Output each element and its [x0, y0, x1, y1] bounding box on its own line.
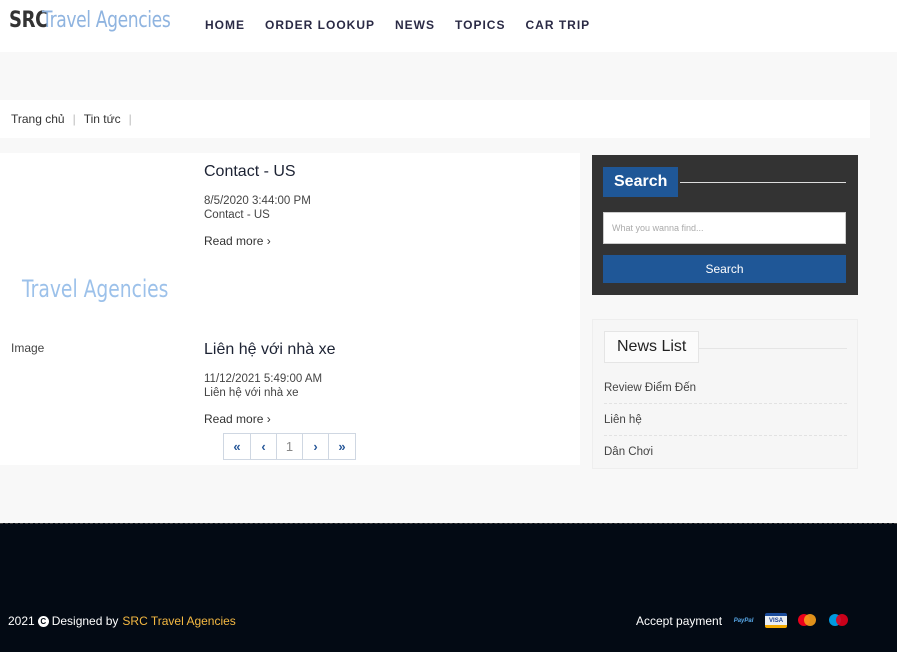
- breadcrumb: Trang chủ | Tin tức |: [0, 100, 870, 138]
- site-logo[interactable]: SRC Travel Agencies: [9, 8, 207, 40]
- last-page-button[interactable]: »: [328, 433, 356, 460]
- news-list-item[interactable]: Liên hệ: [604, 404, 847, 436]
- maestro-icon: [827, 613, 851, 628]
- next-page-button[interactable]: ›: [302, 433, 329, 460]
- main-nav: HOME ORDER LOOKUP NEWS TOPICS CAR TRIP: [205, 18, 610, 32]
- broken-image-alt: Image: [11, 341, 45, 355]
- nav-order-lookup[interactable]: ORDER LOOKUP: [265, 18, 375, 32]
- heading-divider: [680, 182, 846, 183]
- post-excerpt: Contact - US: [204, 209, 270, 221]
- post-list: Travel Agencies Contact - US 8/5/2020 3:…: [0, 153, 580, 465]
- search-heading: Search: [603, 167, 679, 197]
- copyright: 2021 C Designed by SRC Travel Agencies: [8, 614, 236, 628]
- news-list: Review Điểm Đến Liên hệ Dân Chơi: [604, 372, 847, 468]
- first-page-button[interactable]: «: [223, 433, 251, 460]
- search-button[interactable]: Search: [603, 255, 846, 283]
- news-list-widget: News List Review Điểm Đến Liên hệ Dân Ch…: [592, 319, 858, 469]
- post-title[interactable]: Liên hệ với nhà xe: [204, 341, 335, 359]
- site-footer: 2021 C Designed by SRC Travel Agencies A…: [0, 523, 897, 652]
- footer-brand-link[interactable]: SRC Travel Agencies: [122, 614, 235, 628]
- nav-news[interactable]: NEWS: [395, 18, 435, 32]
- payment-icons: PayPal VISA: [732, 613, 851, 628]
- breadcrumb-separator: |: [128, 112, 132, 126]
- mastercard-icon: [797, 613, 817, 628]
- copyright-icon: C: [37, 615, 49, 627]
- payment-methods: Accept payment PayPal VISA: [636, 613, 851, 628]
- post-thumbnail-logo[interactable]: Travel Agencies: [22, 275, 168, 303]
- post-title[interactable]: Contact - US: [204, 163, 311, 181]
- post-item: Contact - US 8/5/2020 3:44:00 PM Contact…: [204, 163, 311, 248]
- nav-topics[interactable]: TOPICS: [455, 18, 505, 32]
- search-widget: Search Search: [592, 155, 858, 295]
- search-input[interactable]: [603, 212, 846, 244]
- post-date: 11/12/2021 5:49:00 AM: [204, 373, 323, 385]
- page-number-button[interactable]: 1: [276, 433, 303, 460]
- breadcrumb-separator: |: [72, 112, 76, 126]
- heading-divider: [699, 348, 847, 349]
- designed-by-text: Designed by: [51, 614, 119, 628]
- read-more-link[interactable]: Read more ›: [204, 412, 335, 426]
- news-list-item[interactable]: Review Điểm Đến: [604, 372, 847, 404]
- read-more-link[interactable]: Read more ›: [204, 234, 311, 248]
- post-date: 8/5/2020 3:44:00 PM: [204, 195, 311, 207]
- visa-icon: VISA: [765, 613, 788, 628]
- prev-page-button[interactable]: ‹: [250, 433, 277, 460]
- site-header: SRC Travel Agencies HOME ORDER LOOKUP NE…: [0, 0, 897, 52]
- logo-text-src: SRC: [9, 8, 48, 33]
- news-list-item[interactable]: Dân Chơi: [604, 436, 847, 468]
- post-thumbnail-broken-image[interactable]: Image: [11, 341, 44, 355]
- logo-text-travel: Travel Agencies: [42, 8, 171, 33]
- accept-payment-label: Accept payment: [636, 613, 723, 628]
- breadcrumb-home[interactable]: Trang chủ: [11, 112, 65, 126]
- pagination: « ‹ 1 › »: [223, 433, 356, 460]
- nav-home[interactable]: HOME: [205, 18, 245, 32]
- post-item: Liên hệ với nhà xe 11/12/2021 5:49:00 AM…: [204, 341, 335, 426]
- news-list-heading: News List: [604, 331, 700, 363]
- post-excerpt: Liên hệ với nhà xe: [204, 387, 299, 399]
- breadcrumb-current[interactable]: Tin tức: [84, 112, 121, 126]
- nav-car-trip[interactable]: CAR TRIP: [525, 18, 590, 32]
- paypal-icon: PayPal: [733, 617, 754, 624]
- copyright-year: 2021: [8, 614, 35, 628]
